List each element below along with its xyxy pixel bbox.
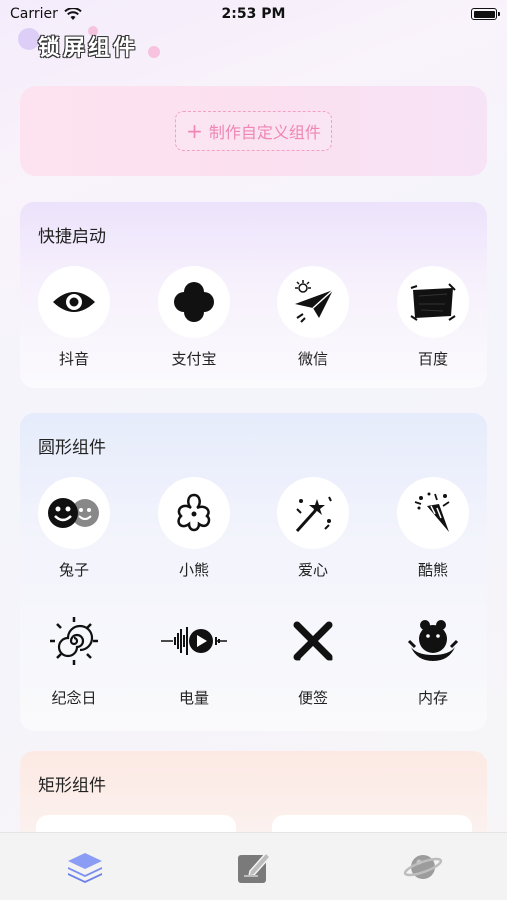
plus-icon: + (186, 119, 203, 143)
magic-wand-icon (277, 477, 349, 549)
layers-icon (67, 852, 102, 883)
round-item-anniversary[interactable]: 纪念日 (24, 605, 124, 708)
create-widget-button[interactable]: + 制作自定义组件 (175, 111, 332, 151)
section-title: 圆形组件 (38, 438, 106, 458)
tab-widgets[interactable] (55, 842, 115, 892)
eye-icon (38, 266, 110, 338)
item-label: 酷熊 (417, 561, 448, 579)
item-label: 兔子 (58, 561, 89, 579)
round-widgets-section: 圆形组件 兔子 小熊 爱心 酷熊 纪念日 电量 便签 内存 (20, 413, 487, 731)
bear-emblem-icon (397, 605, 469, 677)
round-item-memory[interactable]: 内存 (383, 605, 483, 708)
quick-launch-section: 快捷启动 抖音 支付宝 微信 百度 (20, 202, 487, 388)
item-label: 抖音 (58, 350, 89, 368)
party-popper-icon (397, 477, 469, 549)
item-label: 电量 (178, 689, 209, 707)
round-item-heart[interactable]: 爱心 (263, 477, 363, 580)
round-item-rabbit[interactable]: 兔子 (24, 477, 124, 580)
round-item-cool-bear[interactable]: 酷熊 (383, 477, 483, 580)
item-label: 小熊 (178, 561, 209, 579)
item-label: 支付宝 (171, 350, 217, 368)
clover-icon (158, 266, 230, 338)
item-label: 纪念日 (51, 689, 97, 707)
item-label: 爱心 (297, 561, 328, 579)
item-label: 内存 (417, 689, 448, 707)
tab-bar (0, 832, 507, 900)
round-item-battery[interactable]: 电量 (144, 605, 244, 708)
create-widget-label: 制作自定义组件 (208, 123, 321, 142)
sun-spiral-icon (38, 605, 110, 677)
create-widget-card: + 制作自定义组件 (20, 86, 487, 176)
status-bar: Carrier 2:53 PM (0, 0, 507, 28)
flower-icon (158, 477, 230, 549)
status-left: Carrier (10, 6, 82, 22)
tab-discover[interactable] (393, 842, 453, 892)
tab-edit[interactable] (224, 842, 284, 892)
wifi-icon (64, 7, 82, 20)
edit-icon (237, 851, 271, 883)
item-label: 微信 (297, 350, 328, 368)
sound-wave-icon (158, 605, 230, 677)
quick-item-douyin[interactable]: 抖音 (24, 266, 124, 369)
status-time: 2:53 PM (221, 6, 286, 22)
planet-icon (403, 854, 442, 879)
quick-item-wechat[interactable]: 微信 (263, 266, 363, 369)
decor-bubble (18, 28, 40, 50)
smiley-faces-icon (38, 477, 110, 549)
quick-item-baidu[interactable]: 百度 (383, 266, 483, 369)
section-title: 快捷启动 (38, 227, 106, 247)
carrier-label: Carrier (10, 6, 58, 22)
battery-icon (471, 8, 500, 20)
item-label: 便签 (297, 689, 328, 707)
round-item-memo[interactable]: 便签 (263, 605, 363, 708)
decor-bubble (148, 46, 160, 58)
item-label: 百度 (417, 350, 448, 368)
round-item-bear[interactable]: 小熊 (144, 477, 244, 580)
x-mark-icon (277, 605, 349, 677)
scribble-icon (397, 266, 469, 338)
section-title: 矩形组件 (38, 776, 106, 796)
page-title: 锁屏组件 (38, 36, 139, 61)
paper-plane-icon (277, 266, 349, 338)
quick-item-alipay[interactable]: 支付宝 (144, 266, 244, 369)
